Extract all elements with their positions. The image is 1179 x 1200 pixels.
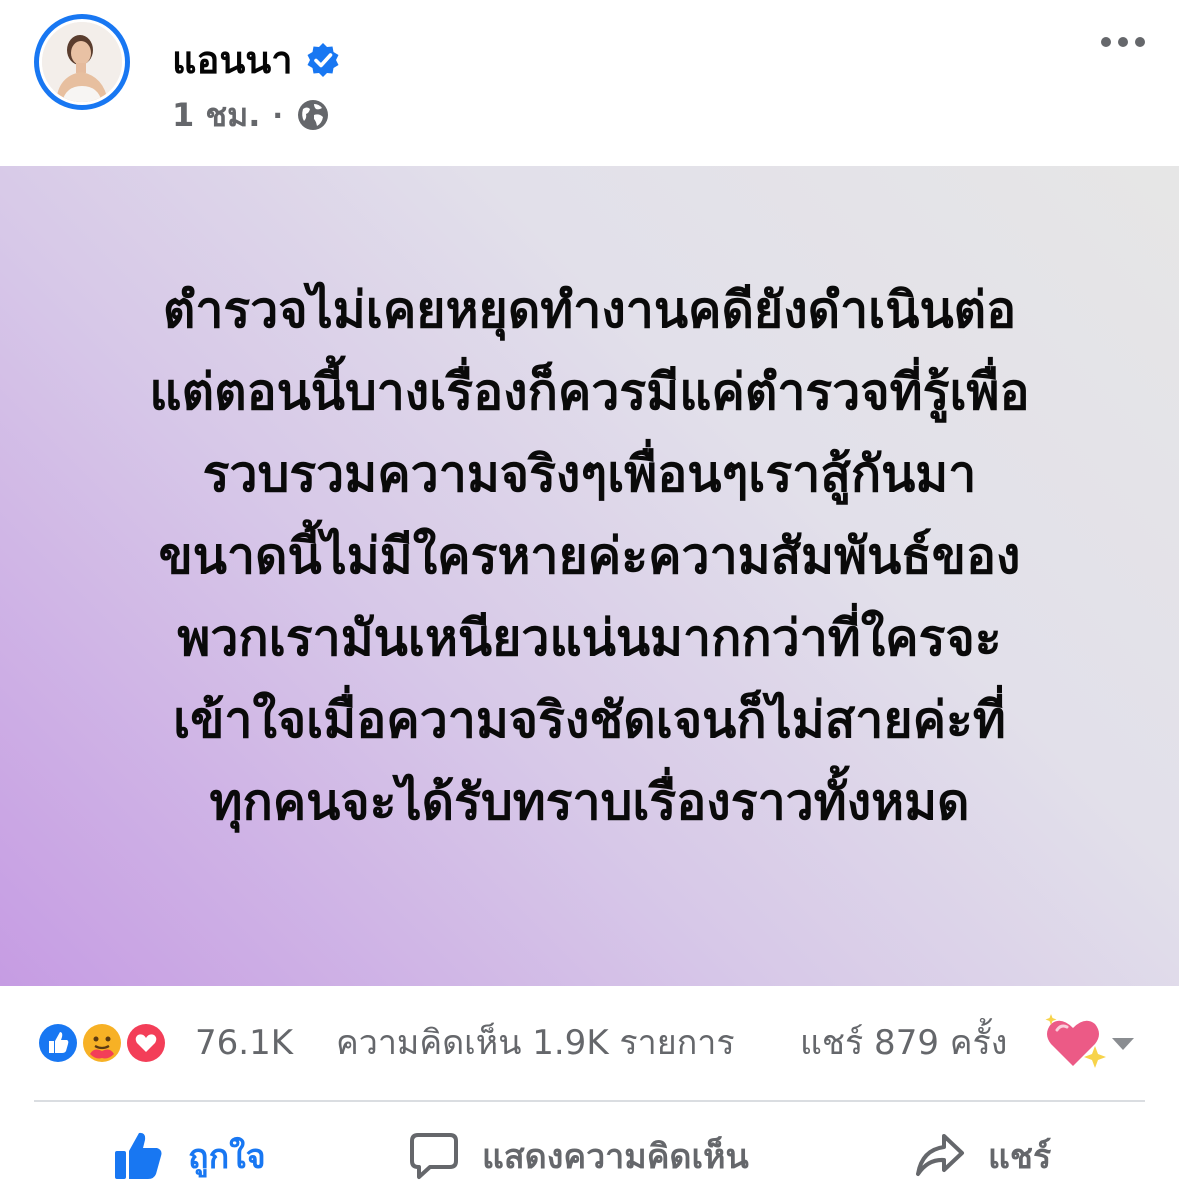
share-arrow-icon xyxy=(916,1134,964,1176)
globe-icon xyxy=(298,100,329,130)
like-reaction-icon xyxy=(36,1021,80,1065)
action-bar: ถูกใจ แสดงความคิดเห็น แชร์ xyxy=(0,1110,1179,1200)
comment-icon xyxy=(410,1133,458,1179)
like-button[interactable]: ถูกใจ xyxy=(112,1126,266,1186)
chevron-down-icon[interactable] xyxy=(1110,1036,1136,1052)
reaction-summary: 76.1K ความคิดเห็น 1.9K รายการ แชร์ 879 ค… xyxy=(0,996,1179,1092)
profile-avatar-ring[interactable] xyxy=(34,14,130,110)
divider xyxy=(34,1100,1145,1102)
comment-button[interactable]: แสดงความคิดเห็น xyxy=(408,1126,749,1186)
reaction-count[interactable]: 76.1K xyxy=(195,1020,293,1066)
post-header: แอนนา 1 ชม. · xyxy=(0,0,1179,166)
avatar-photo xyxy=(42,22,122,102)
author-name[interactable]: แอนนา xyxy=(172,34,293,86)
share-count[interactable]: แชร์ 879 ครั้ง xyxy=(800,1020,1007,1066)
meta-separator: · xyxy=(272,98,284,132)
more-horizontal-icon[interactable] xyxy=(1099,30,1147,54)
reaction-icons[interactable] xyxy=(34,1018,174,1068)
thumbs-up-icon xyxy=(115,1132,162,1179)
share-label: แชร์ xyxy=(988,1137,1052,1177)
comment-count[interactable]: ความคิดเห็น 1.9K รายการ xyxy=(336,1020,735,1066)
love-reaction-icon xyxy=(124,1021,168,1065)
post-meta: 1 ชม. · xyxy=(172,92,331,138)
like-label: ถูกใจ xyxy=(188,1137,266,1177)
verified-badge-icon xyxy=(307,43,339,77)
post-background-card[interactable]: ตำรวจไม่เคยหยุดทำงานคดียังดำเนินต่อ แต่ต… xyxy=(0,166,1179,986)
comment-label: แสดงความคิดเห็น xyxy=(482,1137,749,1177)
sparkling-heart-icon[interactable] xyxy=(1043,1012,1109,1072)
post-text: ตำรวจไม่เคยหยุดทำงานคดียังดำเนินต่อ แต่ต… xyxy=(149,281,1030,831)
care-reaction-icon xyxy=(80,1021,124,1065)
post-time[interactable]: 1 ชม. xyxy=(172,90,260,141)
avatar[interactable] xyxy=(42,22,122,102)
facebook-post: แอนนา 1 ชม. · ตำรวจไม่เคยหยุดทำงานคดียัง… xyxy=(0,0,1179,1200)
share-button[interactable]: แชร์ xyxy=(914,1126,1051,1186)
